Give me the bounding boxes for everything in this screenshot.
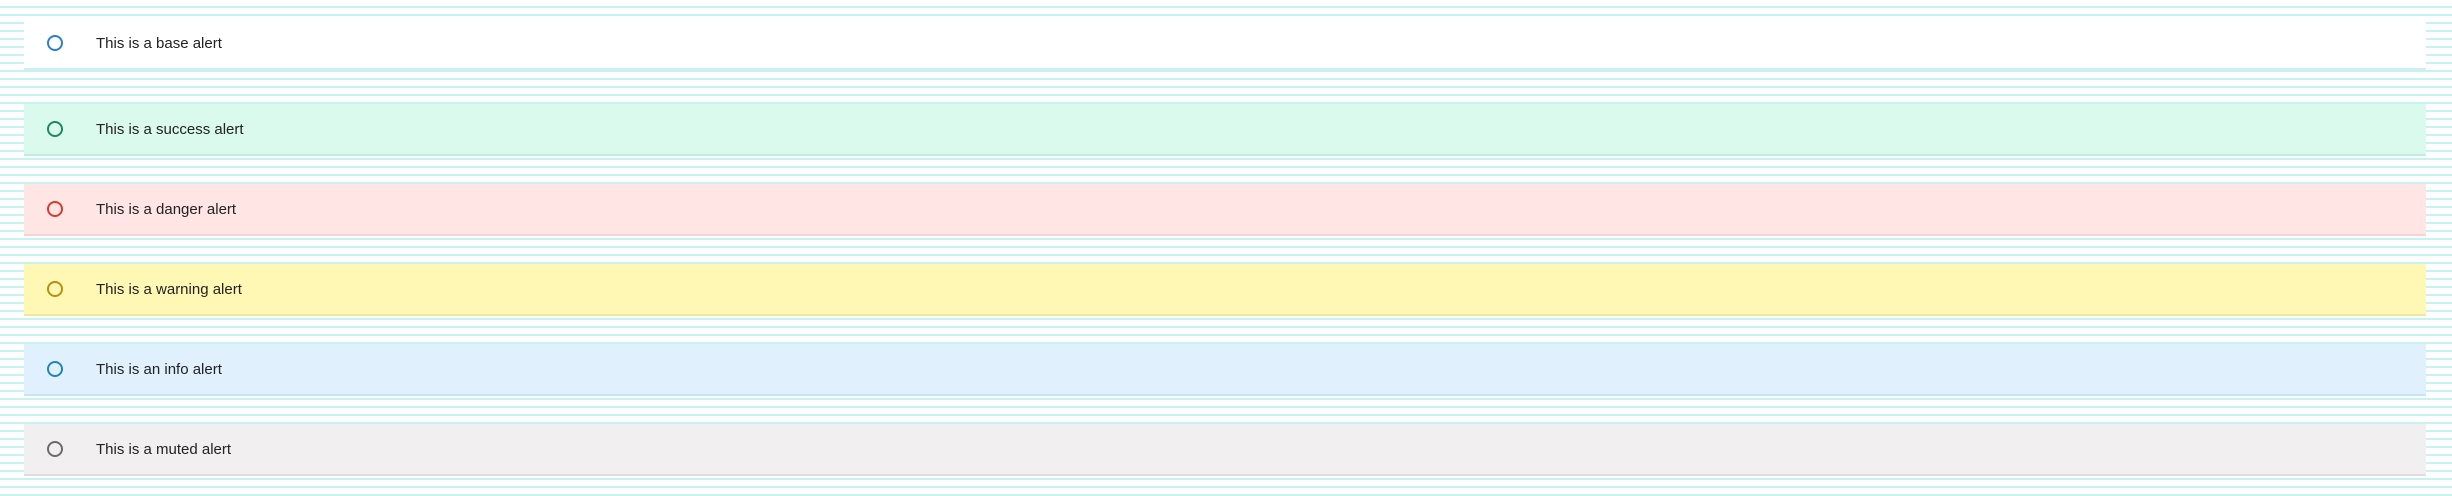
circle-outline-icon: [47, 361, 63, 377]
circle-outline-icon: [47, 121, 63, 137]
info-alert: This is an info alert: [24, 344, 2426, 396]
alert-message: This is a warning alert: [96, 280, 242, 298]
muted-alert: This is a muted alert: [24, 424, 2426, 476]
danger-alert: This is a danger alert: [24, 184, 2426, 236]
alert-message: This is a success alert: [96, 120, 244, 138]
success-alert: This is a success alert: [24, 104, 2426, 156]
alert-message: This is a danger alert: [96, 200, 237, 218]
base-alert: This is a base alert: [24, 18, 2426, 70]
warning-alert: This is a warning alert: [24, 264, 2426, 316]
circle-outline-icon: [47, 281, 63, 297]
circle-outline-icon: [47, 35, 63, 51]
circle-outline-icon: [47, 201, 63, 217]
alert-message: This is an info alert: [96, 360, 222, 378]
alert-message: This is a muted alert: [96, 440, 232, 458]
circle-outline-icon: [47, 441, 63, 457]
alert-message: This is a base alert: [96, 34, 222, 52]
